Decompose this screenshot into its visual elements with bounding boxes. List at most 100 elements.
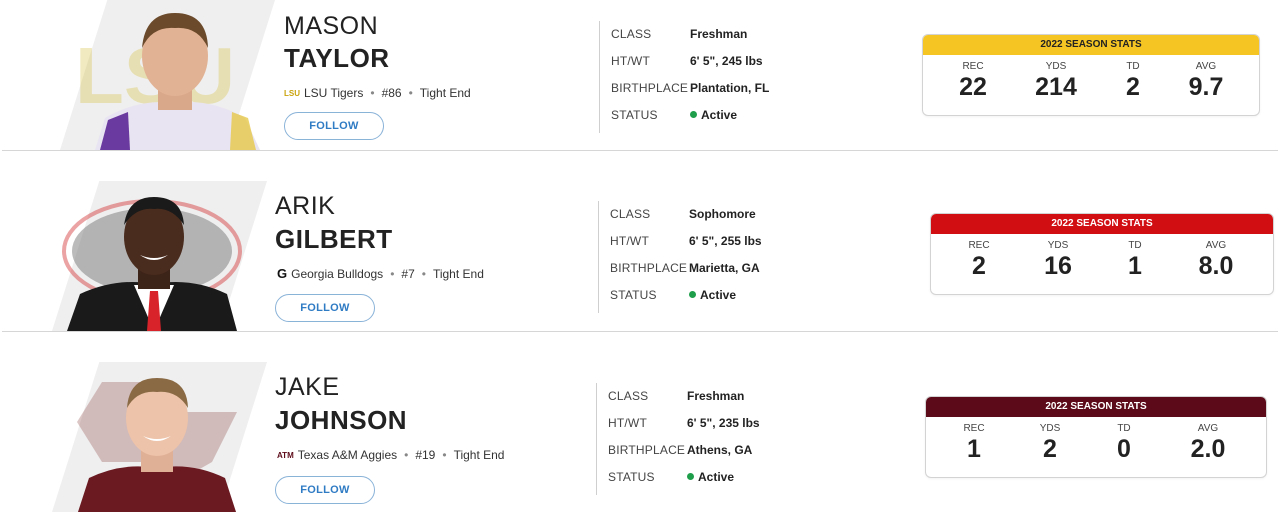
player-last-name[interactable]: JOHNSON — [275, 405, 407, 436]
bio-label: CLASS — [611, 27, 652, 41]
bio-label: BIRTHPLACE — [608, 443, 686, 457]
stat-touchdowns: TD 1 — [1095, 240, 1175, 281]
bio-label: STATUS — [610, 288, 657, 302]
separator-dot: • — [408, 86, 413, 100]
bio-label: HT/WT — [611, 54, 650, 68]
stat-receptions: REC 1 — [934, 423, 1014, 464]
player-card: JAKE JOHNSON ATM Texas A&M Aggies • #19 … — [0, 362, 1280, 515]
stats-grid: REC 2 YDS 16 TD 1 AVG 8.0 — [931, 234, 1273, 294]
stats-grid: REC 22 YDS 214 TD 2 AVG 9.7 — [923, 55, 1259, 115]
stat-label: AVG — [1197, 423, 1219, 434]
player-meta: G Georgia Bulldogs • #7 • Tight End — [277, 266, 484, 281]
row-divider — [2, 150, 1278, 151]
player-first-name: MASON — [284, 12, 379, 40]
player-photo[interactable] — [52, 362, 267, 512]
status-active-dot-icon — [687, 473, 694, 480]
season-stats-card: 2022 SEASON STATS REC 2 YDS 16 TD 1 AVG … — [930, 213, 1274, 295]
player-meta: LSU LSU Tigers • #86 • Tight End — [284, 86, 471, 100]
player-position: Tight End — [453, 448, 505, 462]
player-photo[interactable]: LSU — [60, 0, 275, 150]
follow-button[interactable]: FOLLOW — [275, 476, 375, 504]
bio-label: HT/WT — [610, 234, 649, 248]
stat-value: 2 — [972, 252, 986, 280]
headshot-image — [67, 197, 237, 331]
bio-label: HT/WT — [608, 416, 647, 430]
player-last-name[interactable]: TAYLOR — [284, 43, 390, 74]
follow-button[interactable]: FOLLOW — [284, 112, 384, 140]
stat-average: AVG 2.0 — [1168, 423, 1248, 464]
status-text: Active — [701, 108, 738, 122]
stat-yards: YDS 214 — [1016, 61, 1096, 102]
jersey-number: #7 — [401, 266, 415, 281]
player-bio: CLASS Freshman HT/WT 6' 5", 245 lbs BIRT… — [599, 21, 769, 133]
stat-average: AVG 9.7 — [1166, 61, 1246, 102]
status-text: Active — [698, 470, 735, 484]
team-name[interactable]: Texas A&M Aggies — [298, 448, 397, 462]
follow-button[interactable]: FOLLOW — [275, 294, 375, 322]
stat-value: 16 — [1044, 252, 1072, 280]
bio-value: Plantation, FL — [690, 81, 770, 95]
player-bio: CLASS Freshman HT/WT 6' 5", 235 lbs BIRT… — [596, 383, 760, 495]
stat-receptions: REC 22 — [933, 61, 1013, 102]
bio-value: 6' 5", 245 lbs — [690, 54, 763, 68]
stat-yards: YDS 2 — [1010, 423, 1090, 464]
row-divider — [2, 331, 1278, 332]
stat-label: TD — [1126, 61, 1140, 72]
stat-label: TD — [1128, 240, 1142, 251]
stats-header: 2022 SEASON STATS — [923, 35, 1259, 55]
player-card: LSU MASON TAYLOR LSU LSU Tigers • #86 • … — [0, 0, 1280, 151]
stats-header: 2022 SEASON STATS — [926, 397, 1266, 417]
player-position: Tight End — [419, 86, 471, 100]
player-bio: CLASS Sophomore HT/WT 6' 5", 255 lbs BIR… — [598, 201, 762, 313]
stat-label: AVG — [1205, 240, 1227, 251]
headshot-image — [77, 378, 237, 512]
team-name[interactable]: LSU Tigers — [304, 86, 363, 100]
stats-grid: REC 1 YDS 2 TD 0 AVG 2.0 — [926, 417, 1266, 477]
stat-value: 2.0 — [1190, 435, 1226, 463]
stat-value: 9.7 — [1188, 73, 1224, 101]
season-stats-card: 2022 SEASON STATS REC 22 YDS 214 TD 2 AV… — [922, 34, 1260, 116]
bio-label: CLASS — [608, 389, 649, 403]
stat-value: 1 — [1128, 252, 1142, 280]
separator-dot: • — [370, 86, 375, 100]
stat-value: 214 — [1035, 73, 1077, 101]
player-position: Tight End — [432, 266, 484, 281]
jersey-number: #19 — [415, 448, 436, 462]
bio-value: Active — [689, 288, 736, 302]
bio-value: 6' 5", 255 lbs — [689, 234, 762, 248]
separator-dot: • — [390, 266, 395, 281]
stat-label: YDS — [1045, 61, 1067, 72]
bio-label: BIRTHPLACE — [610, 261, 688, 275]
stat-yards: YDS 16 — [1018, 240, 1098, 281]
bio-label: BIRTHPLACE — [611, 81, 689, 95]
bio-value: Freshman — [690, 27, 748, 41]
stats-header: 2022 SEASON STATS — [931, 214, 1273, 234]
player-photo[interactable] — [52, 181, 267, 331]
bio-label: STATUS — [611, 108, 658, 122]
separator-dot: • — [442, 448, 447, 462]
player-last-name[interactable]: GILBERT — [275, 224, 393, 255]
bio-value: Active — [690, 108, 737, 122]
stat-label: REC — [962, 61, 984, 72]
bio-value: Sophomore — [689, 207, 756, 221]
stat-label: TD — [1117, 423, 1131, 434]
status-text: Active — [700, 288, 737, 302]
stat-value: 2 — [1126, 73, 1140, 101]
bio-label: CLASS — [610, 207, 651, 221]
stat-value: 2 — [1043, 435, 1057, 463]
stat-label: REC — [968, 240, 990, 251]
georgia-logo-icon: G — [277, 266, 288, 281]
stat-value: 22 — [959, 73, 987, 101]
headshot-image — [95, 13, 260, 150]
team-name[interactable]: Georgia Bulldogs — [291, 267, 383, 281]
stat-label: YDS — [1047, 240, 1069, 251]
stat-label: REC — [963, 423, 985, 434]
stat-average: AVG 8.0 — [1176, 240, 1256, 281]
player-card: ARIK GILBERT G Georgia Bulldogs • #7 • T… — [0, 181, 1280, 332]
stat-value: 8.0 — [1198, 252, 1234, 280]
bio-value: Freshman — [687, 389, 745, 403]
jersey-number: #86 — [381, 86, 402, 100]
season-stats-card: 2022 SEASON STATS REC 1 YDS 2 TD 0 AVG 2… — [925, 396, 1267, 478]
lsu-logo-icon: LSU — [284, 88, 300, 98]
player-list: LSU MASON TAYLOR LSU LSU Tigers • #86 • … — [0, 0, 1280, 515]
